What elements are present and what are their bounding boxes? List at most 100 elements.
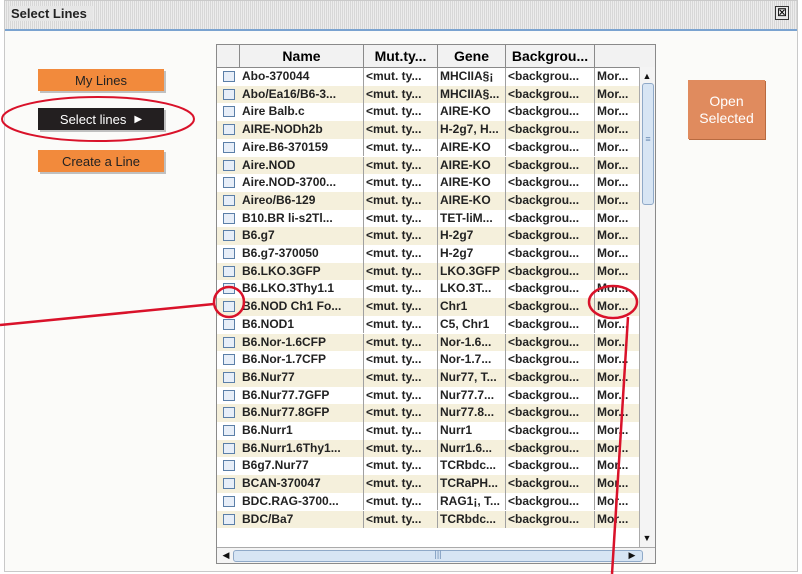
row-checkbox[interactable]: [223, 177, 235, 189]
row-checkbox[interactable]: [223, 301, 235, 313]
table-row[interactable]: B6g7.Nur77 <mut. ty... TCRbdc... <backgrou.…: [217, 457, 639, 476]
cell-gene: TET-liM...: [438, 209, 506, 228]
table-row[interactable]: B6.LKO.3GFP <mut. ty... LKO.3GFP <backgrou.…: [217, 262, 639, 281]
scroll-right-icon[interactable]: ▶: [625, 548, 639, 562]
cell-more: Mor...: [597, 423, 629, 437]
row-checkbox[interactable]: [223, 141, 235, 153]
vertical-scrollbar[interactable]: ▲ ≡ ▼: [639, 67, 655, 547]
row-checkbox[interactable]: [223, 389, 235, 401]
cell-name: B6.LKO.3Thy1.1: [240, 280, 364, 299]
cell-name: B10.BR li-s2Tl...: [240, 209, 364, 228]
row-checkbox[interactable]: [223, 248, 235, 259]
table-row[interactable]: BCAN-370047 <mut. ty... TCRaPH... <backgrou…: [217, 475, 639, 493]
header-name[interactable]: Name: [240, 45, 364, 67]
open-selected-button[interactable]: Open Selected: [688, 80, 765, 139]
cell-name: Aire.B6-370159: [240, 138, 364, 157]
play-arrow-icon: ▶: [134, 113, 143, 125]
table-row[interactable]: B6.Nur77.8GFP <mut. ty... Nur77.8... <backg…: [217, 404, 639, 422]
cell-mut-type: <mut. ty...: [364, 280, 438, 299]
table-row[interactable]: B10.BR li-s2Tl... <mut. ty... TET-liM... <b…: [217, 209, 639, 228]
cell-name: B6.Nur77.7GFP: [240, 386, 364, 405]
cell-gene: TCRaPH...: [438, 475, 506, 493]
table-row[interactable]: B6.g7-370050 <mut. ty... H-2g7 <backgrou...…: [217, 245, 639, 263]
table-row[interactable]: B6.Nurr1 <mut. ty... Nurr1 <backgrou... Mor.…: [217, 422, 639, 440]
row-checkbox[interactable]: [223, 159, 235, 171]
row-checkbox[interactable]: [223, 407, 235, 419]
cell-gene: AIRE-KO: [438, 174, 506, 192]
cell-mut-type: <mut. ty...: [364, 351, 438, 369]
row-checkbox[interactable]: [223, 442, 235, 454]
close-icon[interactable]: ⊠: [775, 6, 789, 20]
scroll-down-icon[interactable]: ▼: [640, 531, 654, 545]
cell-background: <backgrou...: [506, 85, 595, 104]
horizontal-scrollbar[interactable]: ◀ ||| ▶: [217, 547, 655, 563]
table-row[interactable]: B6.LKO.3Thy1.1 <mut. ty... LKO.3T... <backg…: [217, 280, 639, 299]
table-row[interactable]: AIRE-NODh2b <mut. ty... H-2g7, H... <backgr…: [217, 121, 639, 139]
row-checkbox[interactable]: [223, 478, 235, 490]
row-checkbox[interactable]: [223, 371, 235, 383]
table-row[interactable]: B6.Nor-1.6CFP <mut. ty... Nor-1.6... <backg…: [217, 333, 639, 352]
table-row[interactable]: B6.Nur77.7GFP <mut. ty... Nur77.7... <backg…: [217, 386, 639, 405]
my-lines-button[interactable]: My Lines: [38, 69, 164, 91]
table-row[interactable]: Aire.NOD-3700... <mut. ty... AIRE-KO <backg…: [217, 174, 639, 192]
table-row[interactable]: B6.NOD1 <mut. ty... C5, Chr1 <backgrou... Mo…: [217, 315, 639, 334]
cell-mut-type: <mut. ty...: [364, 333, 438, 352]
scroll-up-icon[interactable]: ▲: [640, 69, 654, 83]
cell-name: Aire.NOD: [240, 156, 364, 175]
table-row[interactable]: Abo-370044 <mut. ty... MHCIIA§¡ <backgrou..…: [217, 68, 639, 86]
vertical-scroll-thumb[interactable]: ≡: [642, 83, 654, 205]
row-checkbox[interactable]: [223, 460, 235, 472]
row-checkbox[interactable]: [223, 318, 235, 330]
row-checkbox[interactable]: [223, 88, 235, 100]
header-mut-type[interactable]: Mut.ty...: [364, 45, 438, 67]
table-row[interactable]: Aire Balb.c <mut. ty... AIRE-KO <backgrou..…: [217, 103, 639, 122]
table-row[interactable]: B6.NOD Ch1 Fo... <mut. ty... Chr1 <backgrou…: [217, 298, 639, 316]
table-row[interactable]: B6.Nor-1.7CFP <mut. ty... Nor-1.7... <backg…: [217, 351, 639, 369]
cell-mut-type: <mut. ty...: [364, 174, 438, 192]
table-row[interactable]: Aire.B6-370159 <mut. ty... AIRE-KO <backgro…: [217, 138, 639, 157]
cell-background: <backgrou...: [506, 510, 595, 529]
row-checkbox[interactable]: [223, 265, 235, 277]
row-checkbox[interactable]: [223, 124, 235, 136]
cell-background: <backgrou...: [506, 475, 595, 493]
row-checkbox[interactable]: [223, 194, 235, 206]
header-background[interactable]: Backgrou...: [506, 45, 595, 67]
row-checkbox[interactable]: [223, 336, 235, 348]
cell-mut-type: <mut. ty...: [364, 439, 438, 458]
cell-name: B6.g7-370050: [240, 245, 364, 263]
cell-mut-type: <mut. ty...: [364, 191, 438, 210]
cell-mut-type: <mut. ty...: [364, 245, 438, 263]
row-checkbox[interactable]: [223, 71, 235, 82]
scroll-left-icon[interactable]: ◀: [219, 548, 233, 562]
cell-gene: H-2g7: [438, 227, 506, 245]
row-checkbox[interactable]: [223, 106, 235, 118]
row-checkbox[interactable]: [223, 425, 235, 436]
cell-more: Mor...: [597, 104, 629, 119]
row-checkbox[interactable]: [223, 354, 235, 366]
table-row[interactable]: Aireo/B6-129 <mut. ty... AIRE-KO <backgrou.…: [217, 191, 639, 210]
table-row[interactable]: BDC/Ba7 <mut. ty... TCRbdc... <backgrou... M…: [217, 510, 639, 529]
cell-gene: Nor-1.7...: [438, 351, 506, 369]
header-gene[interactable]: Gene: [438, 45, 506, 67]
row-checkbox[interactable]: [223, 283, 235, 295]
table-row[interactable]: Aire.NOD <mut. ty... AIRE-KO <backgrou... Mo…: [217, 156, 639, 175]
cell-more: Mor...: [597, 316, 629, 331]
table-row[interactable]: Abo/Ea16/B6-3... <mut. ty... MHCIIA§... <ba…: [217, 85, 639, 104]
horizontal-scroll-thumb[interactable]: |||: [233, 549, 643, 562]
row-checkbox[interactable]: [223, 495, 235, 507]
row-checkbox[interactable]: [223, 230, 235, 242]
table-row[interactable]: B6.g7 <mut. ty... H-2g7 <backgrou... Mor...: [217, 227, 639, 245]
cell-name: Aire Balb.c: [240, 103, 364, 122]
table-row[interactable]: B6.Nur77 <mut. ty... Nur77, T... <backgrou.…: [217, 368, 639, 387]
title-bar[interactable]: Select Lines ⊠: [5, 1, 797, 29]
table-row[interactable]: BDC.RAG-3700... <mut. ty... RAG1¡, T... <ba…: [217, 492, 639, 511]
select-lines-button[interactable]: Select lines ▶: [38, 108, 164, 130]
header-checkbox-col[interactable]: [217, 45, 240, 67]
row-checkbox[interactable]: [223, 212, 235, 224]
row-checkbox[interactable]: [223, 513, 235, 525]
table-row[interactable]: B6.Nurr1.6Thy1... <mut. ty... Nurr1.6... <b…: [217, 439, 639, 458]
header-more[interactable]: [595, 45, 639, 67]
cell-more: Mor...: [597, 69, 629, 83]
cell-mut-type: <mut. ty...: [364, 103, 438, 122]
create-line-button[interactable]: Create a Line: [38, 150, 164, 172]
